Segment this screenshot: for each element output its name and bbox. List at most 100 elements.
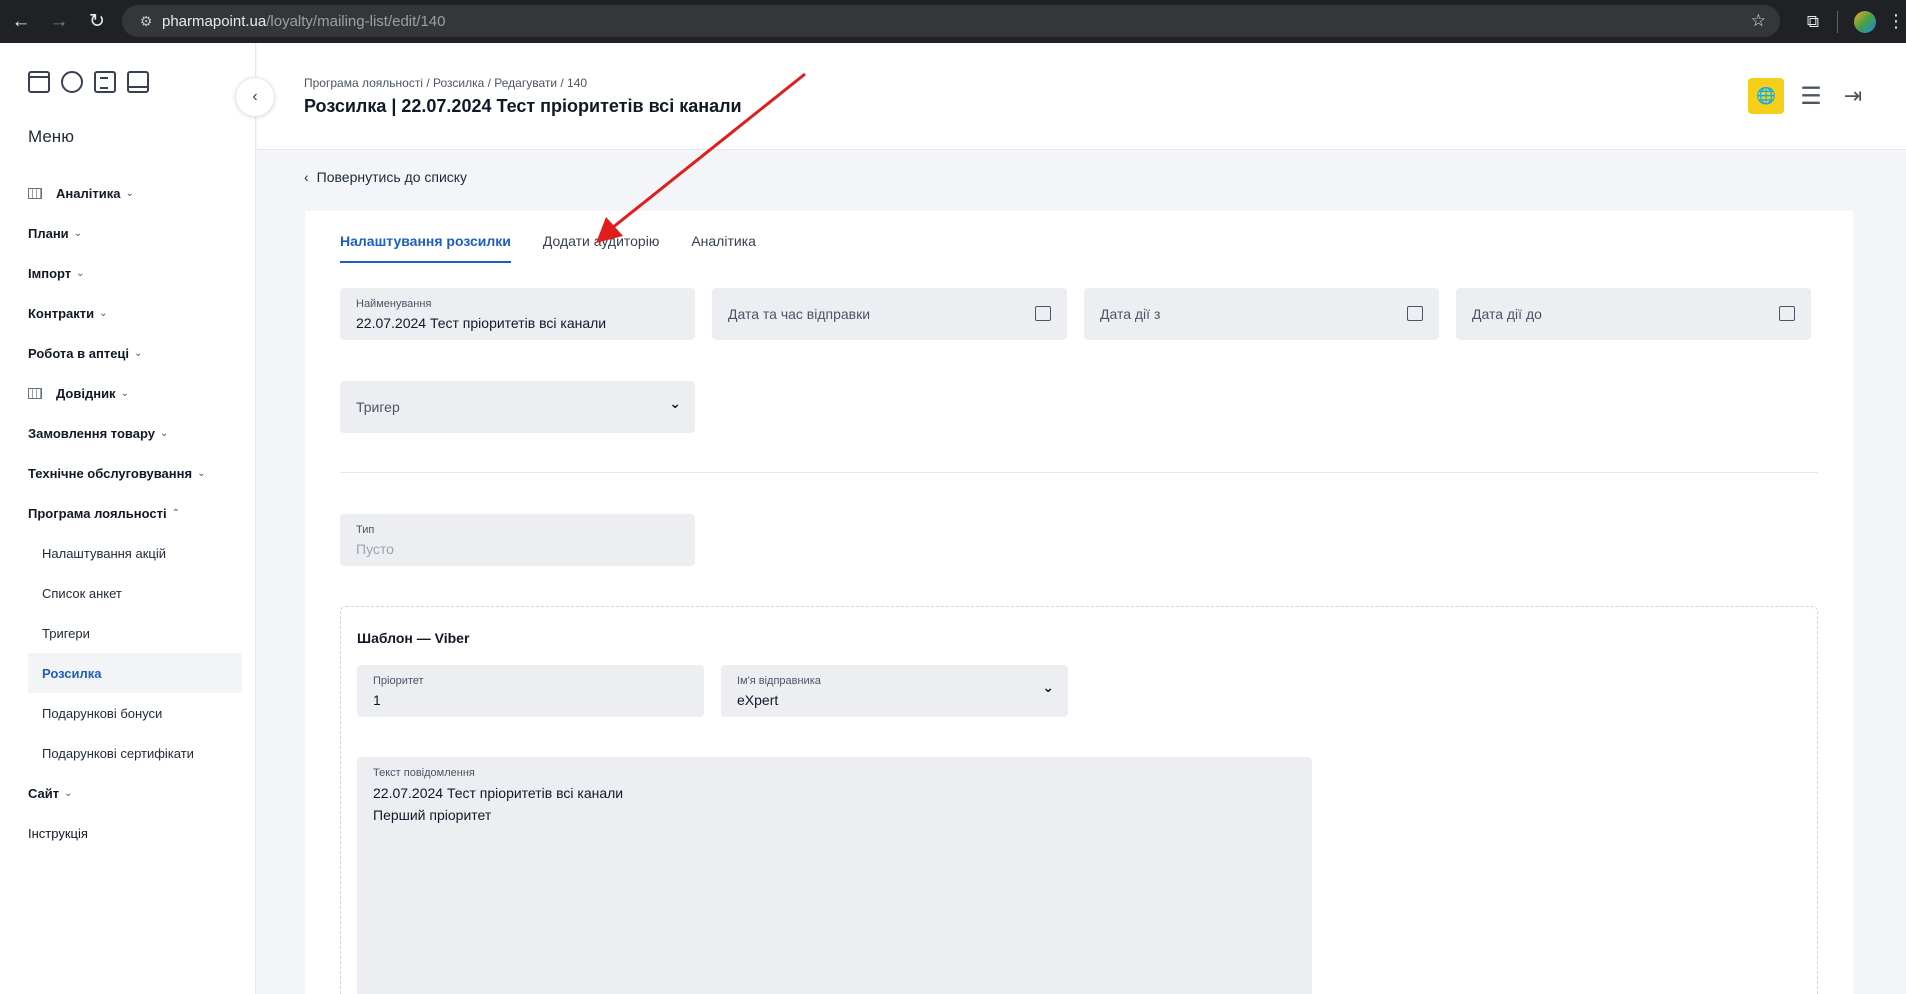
sidebar-item-label: Замовлення товару — [28, 425, 155, 441]
sidebar-item-label: Сайт — [28, 785, 60, 801]
forward-arrow-icon[interactable]: → — [42, 5, 76, 39]
chevron-down-icon: ⌄ — [73, 227, 83, 239]
sidebar-item-instruction[interactable]: Інструкція — [28, 813, 242, 853]
sidebar-item-contracts[interactable]: Контракти ⌄ — [28, 293, 242, 333]
viber-template-section: Шаблон — Viber Пріоритет 1 Ім'я відправн… — [340, 606, 1818, 994]
priority-field-value: 1 — [373, 692, 381, 708]
page-title: Розсилка | 22.07.2024 Тест пріоритетів в… — [304, 96, 742, 116]
trigger-select[interactable]: Тригер ⌄ — [340, 381, 695, 433]
sidebar-item-plans[interactable]: Плани ⌄ — [28, 213, 242, 253]
sidebar-item-label: Імпорт — [28, 265, 72, 281]
menu-title: Меню — [28, 127, 74, 146]
name-field-label: Найменування — [356, 298, 432, 310]
sidebar-subitem-triggers[interactable]: Тригери — [28, 613, 242, 653]
send-datetime-field[interactable]: Дата та час відправки — [712, 288, 1067, 340]
sidebar-item-site[interactable]: Сайт ⌄ — [28, 773, 242, 813]
page-header: Програма лояльності / Розсилка / Редагув… — [257, 43, 1906, 150]
sidebar-menu: Аналітика ⌄ Плани ⌄ Імпорт ⌄ Контракти ⌄ Роб… — [28, 173, 242, 853]
collapse-sidebar-button[interactable]: ‹ — [235, 77, 275, 117]
tab-add-audience[interactable]: Додати аудиторію — [543, 233, 659, 263]
sidebar-quick-icons — [28, 71, 149, 93]
browser-toolbar: ← → ↻ ⚙ pharmapoint.ua/loyalty/mailing-l… — [0, 0, 1906, 43]
sidebar-item-loyalty[interactable]: Програма лояльності ⌃ — [28, 493, 242, 533]
site-settings-icon[interactable]: ⚙ — [130, 13, 162, 30]
tab-mailing-settings[interactable]: Налаштування розсилки — [340, 233, 511, 263]
name-field[interactable]: Найменування 22.07.2024 Тест пріоритетів… — [340, 288, 695, 340]
document-icon[interactable] — [94, 71, 116, 93]
sidebar-subitem-promo-settings[interactable]: Налаштування акцій — [28, 533, 242, 573]
calendar-icon[interactable] — [1779, 306, 1795, 321]
sender-field-label: Ім'я відправника — [737, 675, 821, 687]
valid-from-placeholder: Дата дії з — [1100, 306, 1161, 322]
sidebar-item-import[interactable]: Імпорт ⌄ — [28, 253, 242, 293]
chevron-down-icon: ⌄ — [160, 427, 169, 439]
section-divider — [340, 472, 1818, 473]
chevron-down-icon: ⌄ — [64, 787, 73, 799]
tab-analytics[interactable]: Аналітика — [691, 233, 756, 263]
language-button[interactable]: 🌐 — [1748, 78, 1784, 114]
chevron-left-icon: ‹ — [304, 169, 309, 185]
table-icon — [28, 187, 42, 199]
logout-icon[interactable]: ⇥ — [1838, 83, 1868, 109]
priority-field-label: Пріоритет — [373, 675, 424, 687]
sidebar-item-label: Аналітика — [56, 185, 121, 201]
sidebar-item-label: Технічне обслуговування — [28, 465, 193, 481]
trigger-placeholder: Тригер — [356, 399, 400, 415]
back-to-list-link[interactable]: ‹ Повернутись до списку — [304, 169, 467, 185]
sidebar-subitem-surveys[interactable]: Список анкет — [28, 573, 242, 613]
sidebar-item-label: Контракти — [28, 305, 95, 321]
pie-chart-icon[interactable] — [61, 71, 83, 93]
calendar-icon[interactable] — [1035, 306, 1051, 321]
template-title: Шаблон — Viber — [357, 630, 470, 646]
sidebar-item-maintenance[interactable]: Технічне обслуговування ⌄ — [28, 453, 242, 493]
reload-icon[interactable]: ↻ — [80, 5, 114, 39]
type-field-label: Тип — [356, 524, 375, 536]
calendar-icon[interactable] — [28, 71, 50, 93]
sidebar-item-label: Інструкція — [28, 825, 88, 841]
url-path: /loyalty/mailing-list/edit/140 — [266, 12, 446, 30]
chevron-down-icon: ⌄ — [76, 267, 85, 279]
chevron-down-icon: ⌄ — [134, 347, 143, 359]
tabs: Налаштування розсилки Додати аудиторію А… — [340, 233, 788, 263]
name-field-value: 22.07.2024 Тест пріоритетів всі канали — [356, 315, 607, 331]
sidebar-item-label: Довідник — [56, 385, 116, 401]
message-text-area[interactable]: Текст повідомлення 22.07.2024 Тест пріор… — [357, 757, 1312, 994]
sidebar-item-label: Програма лояльності — [28, 505, 167, 521]
chevron-up-icon: ⌃ — [171, 507, 181, 519]
chevron-down-icon: ⌄ — [197, 467, 206, 479]
address-bar[interactable]: ⚙ pharmapoint.ua/loyalty/mailing-list/ed… — [122, 5, 1780, 37]
sidebar-item-orders[interactable]: Замовлення товару ⌄ — [28, 413, 242, 453]
sender-name-select[interactable]: Ім'я відправника eXpert ⌄ — [721, 665, 1068, 717]
type-field: Тип Пусто — [340, 514, 695, 566]
message-field-label: Текст повідомлення — [373, 767, 475, 779]
priority-field[interactable]: Пріоритет 1 — [357, 665, 704, 717]
chevron-down-icon: ⌄ — [125, 187, 134, 199]
chevron-down-icon: ⌄ — [99, 307, 108, 319]
valid-from-field[interactable]: Дата дії з — [1084, 288, 1439, 340]
toolbar-divider — [1837, 10, 1838, 33]
back-arrow-icon[interactable]: ← — [4, 5, 38, 39]
chevron-down-icon: ⌄ — [669, 395, 681, 411]
sidebar-item-directory[interactable]: Довідник ⌄ — [28, 373, 242, 413]
sidebar-subitem-gift-certificates[interactable]: Подарункові сертифікати — [28, 733, 242, 773]
sidebar-item-analytics[interactable]: Аналітика ⌄ — [28, 173, 242, 213]
book-icon[interactable] — [127, 71, 149, 93]
message-line: 22.07.2024 Тест пріоритетів всі канали — [373, 785, 624, 801]
extensions-icon[interactable]: ⧉ — [1795, 12, 1831, 32]
calendar-icon[interactable] — [1407, 306, 1423, 321]
sidebar-item-pharmacy-work[interactable]: Робота в аптеці ⌄ — [28, 333, 242, 373]
breadcrumb[interactable]: Програма лояльності / Розсилка / Редагув… — [304, 76, 587, 90]
bookmark-star-icon[interactable]: ☆ — [1751, 11, 1766, 31]
hamburger-menu-icon[interactable]: ☰ — [1796, 82, 1826, 111]
profile-avatar[interactable] — [1854, 10, 1876, 33]
url-host: pharmapoint.ua — [162, 12, 267, 30]
url-text: pharmapoint.ua/loyalty/mailing-list/edit… — [162, 13, 446, 30]
sidebar-subitem-mailing[interactable]: Розсилка — [28, 653, 242, 693]
sidebar-subitem-gift-bonuses[interactable]: Подарункові бонуси — [28, 693, 242, 733]
valid-to-placeholder: Дата дії до — [1472, 306, 1542, 322]
list-icon — [28, 387, 42, 399]
sidebar-item-label: Робота в аптеці — [28, 345, 130, 361]
browser-menu-icon[interactable]: ⋮ — [1886, 11, 1906, 32]
valid-to-field[interactable]: Дата дії до — [1456, 288, 1811, 340]
sidebar: Меню Аналітика ⌄ Плани ⌄ Імпорт ⌄ Контракти… — [0, 43, 256, 994]
